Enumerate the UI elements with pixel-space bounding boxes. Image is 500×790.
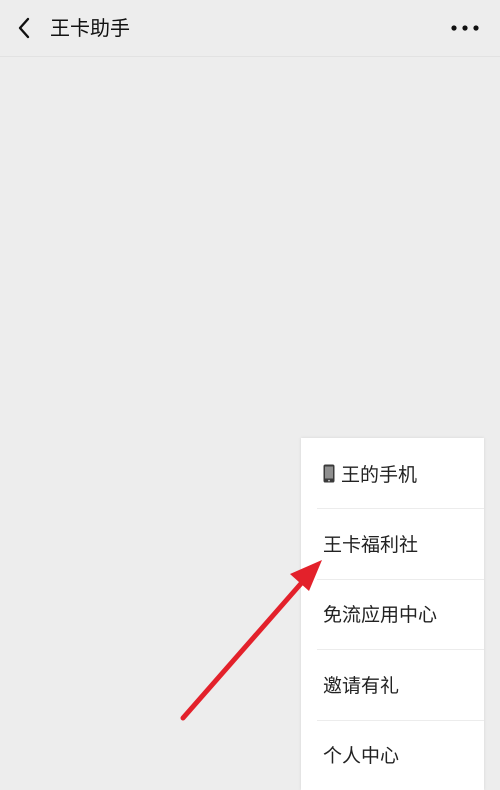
top-nav-bar: 王卡助手	[0, 0, 500, 57]
menu-item-profile[interactable]: 个人中心	[301, 719, 484, 790]
menu-item-my-phone[interactable]: 王的手机	[301, 438, 484, 508]
menu-item-invite[interactable]: 邀请有礼	[301, 649, 484, 719]
phone-icon	[323, 464, 335, 483]
menu-item-label: 免流应用中心	[323, 604, 438, 627]
menu-item-label: 王的手机	[341, 463, 418, 486]
more-dots-icon[interactable]	[448, 18, 482, 38]
chevron-left-icon[interactable]	[12, 14, 38, 42]
menu-item-label: 个人中心	[323, 745, 400, 768]
menu-item-label: 王卡福利社	[323, 534, 419, 557]
menu-item-label: 邀请有礼	[323, 674, 400, 697]
page-title: 王卡助手	[50, 16, 130, 40]
menu-item-free-data-apps[interactable]: 免流应用中心	[301, 578, 484, 649]
popup-menu: 王的手机 王卡福利社 免流应用中心 邀请有礼 个人中心	[301, 438, 484, 790]
menu-item-welfare[interactable]: 王卡福利社	[301, 508, 484, 578]
